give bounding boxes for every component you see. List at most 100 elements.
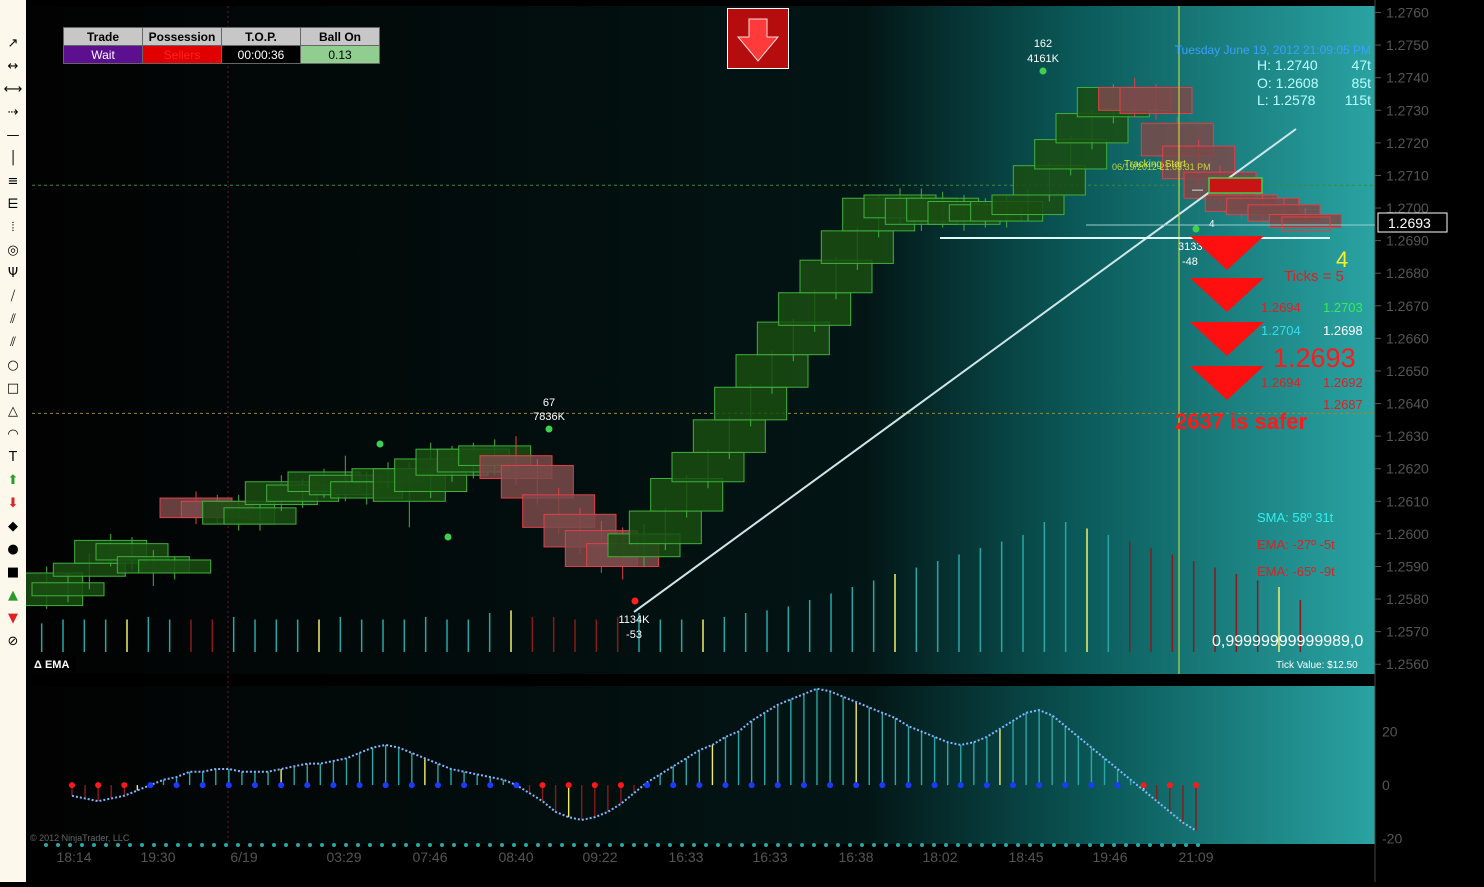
time-tick-label-13: 21:09 (1178, 849, 1213, 865)
signal-dot-10 (199, 782, 206, 789)
signal-dot-18 (304, 782, 311, 789)
stop-icon[interactable]: ⊘ (3, 632, 23, 652)
vertical-line-icon[interactable]: │ (3, 149, 23, 169)
ray-icon[interactable]: ↔ (3, 57, 23, 77)
signal-dot-64 (905, 782, 912, 789)
price-tick-label-8: 1.2680 (1386, 265, 1429, 281)
panel-header-ball-on: Ball On (300, 27, 380, 46)
line-icon[interactable]: ↗ (3, 34, 23, 54)
fib-extension-icon[interactable]: ⋿ (3, 195, 23, 215)
signal-dot-12 (225, 782, 232, 789)
price-tick-label-4: 1.2720 (1386, 135, 1429, 151)
price-tick-label-12: 1.2640 (1386, 396, 1429, 412)
fib-time-icon[interactable]: ⦙ (3, 218, 23, 238)
signal-dot-16 (278, 782, 285, 789)
drawing-toolbar: ↗ ↔ ⟷ ⇢ — │ ≡ ⋿ ⦙ ◎ Ψ ⧸ ⫽ ⫽ ○ □ △ ◠ T ⬆ ⬇ ◆ ● ■ ▲ ▼ ⊘ (0, 0, 27, 882)
signal-dot-56 (800, 782, 807, 789)
low-volume-label: 1134K (619, 614, 651, 626)
price-tick-label-19: 1.2570 (1386, 624, 1429, 640)
signal-dot-62 (879, 782, 886, 789)
svg-text:1.2687: 1.2687 (1323, 397, 1363, 412)
signal-dot-74 (1036, 782, 1043, 789)
time-tick-label-5: 08:40 (498, 849, 533, 865)
svg-text:1.2693: 1.2693 (1388, 215, 1431, 231)
triangle-icon[interactable]: △ (3, 402, 23, 422)
sell-signal-box[interactable] (727, 8, 789, 69)
candle-38 (820, 230, 894, 264)
signal-dot-20 (330, 782, 337, 789)
time-tick-label-9: 16:38 (838, 849, 873, 865)
signal-dot-34 (513, 782, 520, 789)
arrow-line-icon[interactable]: ⇢ (3, 103, 23, 123)
signal-dot-32 (487, 782, 494, 789)
signal-dot-80 (1114, 782, 1121, 789)
andrews-pitchfork-icon[interactable]: Ψ (3, 264, 23, 284)
price-tick-label-13: 1.2630 (1386, 428, 1429, 444)
candle-32 (692, 419, 766, 453)
square-icon[interactable]: ■ (3, 563, 23, 583)
panel-header-top: T.O.P. (221, 27, 301, 46)
gann-fan-icon[interactable]: ⧸ (3, 287, 23, 307)
tracking-box[interactable] (1208, 177, 1263, 194)
arc-icon[interactable]: ◠ (3, 425, 23, 445)
chart-canvas[interactable]: 1.2760 1.2750 1.2740 1.2730 1.2720 1.2710 1.27… (10, 0, 1484, 882)
indicator-name-label: Δ EMA (34, 659, 69, 671)
svg-text:—: — (1192, 184, 1203, 196)
candle-49 (1055, 113, 1129, 144)
sma-readout: SMA: 58º 31t (1257, 510, 1334, 525)
price-tick-label-9: 1.2670 (1386, 298, 1429, 314)
candle-10 (223, 507, 297, 525)
signal-dot-66 (931, 782, 938, 789)
diamond-icon[interactable]: ◆ (3, 517, 23, 537)
trend-channel-icon[interactable]: ⫽ (3, 333, 23, 353)
svg-text:1.2703: 1.2703 (1323, 300, 1363, 315)
svg-text:1.2694: 1.2694 (1261, 300, 1301, 315)
signal-dot-68 (957, 782, 964, 789)
arrow-up-icon[interactable]: ⬆ (3, 471, 23, 491)
candle-2 (52, 562, 126, 577)
signal-dot-22 (356, 782, 363, 789)
ellipse-icon[interactable]: ○ (3, 356, 23, 376)
tick-value-label: Tick Value: $12.50 (1276, 660, 1358, 671)
dot-icon[interactable]: ● (3, 540, 23, 560)
text-icon[interactable]: T (3, 448, 23, 468)
rectangle-icon[interactable]: □ (3, 379, 23, 399)
fib-retracement-icon[interactable]: ≡ (3, 172, 23, 192)
chart-window: 1.2760 1.2750 1.2740 1.2730 1.2720 1.2710 1.27… (10, 0, 1484, 882)
regression-channel-icon[interactable]: ⫽ (3, 310, 23, 330)
price-tick-label-3: 1.2730 (1386, 102, 1429, 118)
triangle-up-icon[interactable]: ▲ (3, 586, 23, 606)
candle-52 (1119, 86, 1193, 115)
signal-dot-24 (382, 782, 389, 789)
svg-text:O: 1.2608: O: 1.2608 (1257, 75, 1319, 91)
signal-dot-54 (774, 782, 781, 789)
candle-37 (799, 259, 873, 294)
ema2-readout: EMA: -65º -9t (1257, 564, 1335, 579)
time-tick-label-1: 19:30 (140, 849, 175, 865)
price-tick-label-2: 1.2740 (1386, 70, 1429, 86)
panel-value-trade: Wait (63, 45, 143, 64)
signal-dot-58 (827, 782, 834, 789)
horizontal-line-icon[interactable]: — (3, 126, 23, 146)
signal-dot-44 (644, 782, 651, 789)
time-tick-label-2: 6/19 (230, 849, 257, 865)
panel-value-ball-on: 0.13 (300, 45, 380, 64)
big-price-label: 1.2693 (1273, 343, 1356, 373)
signal-dot-70 (983, 782, 990, 789)
ema1-readout: EMA: -27º -5t (1257, 537, 1335, 552)
signal-dot-48 (696, 782, 703, 789)
signal-dot-76 (1062, 782, 1069, 789)
signal-dot-50 (722, 782, 729, 789)
price-tick-label-10: 1.2660 (1386, 330, 1429, 346)
extended-line-icon[interactable]: ⟷ (3, 80, 23, 100)
indicator-tick-label-1: 0 (1382, 777, 1390, 793)
fib-circle-icon[interactable]: ◎ (3, 241, 23, 261)
triangle-down-icon[interactable]: ▼ (3, 609, 23, 629)
signal-dot-2 (95, 782, 102, 789)
time-tick-label-6: 09:22 (582, 849, 617, 865)
svg-text:115t: 115t (1345, 92, 1371, 108)
candle-1 (31, 582, 105, 597)
arrow-down-icon[interactable]: ⬇ (3, 494, 23, 514)
svg-text:H: 1.2740: H: 1.2740 (1257, 57, 1318, 73)
price-tick-label-5: 1.2710 (1386, 167, 1429, 183)
